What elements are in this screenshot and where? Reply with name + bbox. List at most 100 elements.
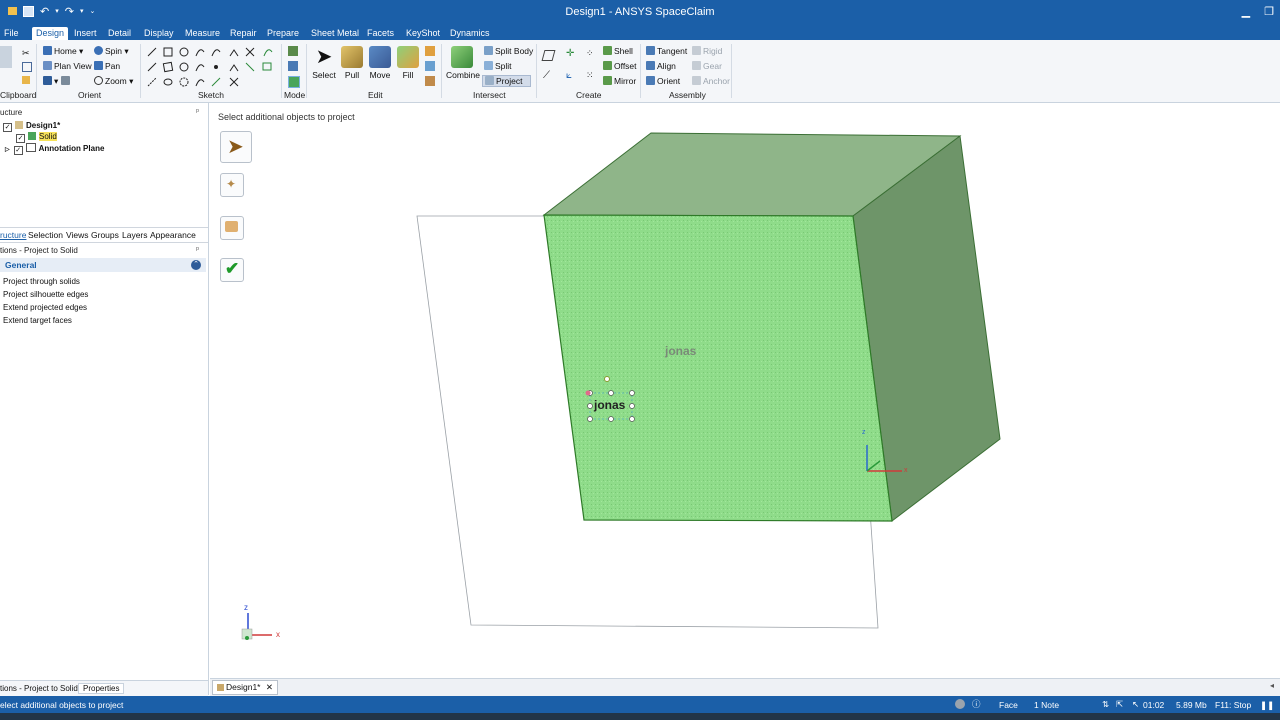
select-button[interactable]: ➤ Select [311,46,337,80]
rigid-button[interactable]: Rigid [692,46,722,56]
tab-keyshot[interactable]: KeyShot [402,27,444,40]
shell-label: Shell [614,46,633,56]
tab-properties[interactable]: Properties [78,683,125,694]
combine-button[interactable]: Combine [446,46,480,80]
record-icon[interactable] [955,699,965,709]
shell-button[interactable]: Shell [603,46,633,56]
linear-pattern-icon[interactable]: ⟀ [566,70,572,81]
tree-item-solid[interactable]: ✓ Solid [16,132,57,143]
pause-icon[interactable]: ❚❚ [1260,700,1274,711]
tab-options[interactable]: tions - Project to Solid [0,684,78,693]
tab-measure[interactable]: Measure [181,27,224,40]
tab-repair[interactable]: Repair [226,27,261,40]
plane-icon[interactable] [541,50,556,61]
view-cube-button[interactable]: ▾ [43,76,72,87]
origin-icon[interactable]: ⟋ [543,70,550,81]
model-canvas[interactable] [210,103,1280,677]
checkbox-icon[interactable]: ✓ [3,123,12,132]
restore-icon[interactable]: ❐ [1264,5,1274,18]
tab-groups[interactable]: Groups [91,230,119,240]
zoom-button[interactable]: Zoom ▾ [94,76,133,87]
collapse-icon[interactable]: ⌃ [191,260,201,270]
info-icon[interactable]: ⓘ [972,698,981,710]
axis-icon[interactable]: ✛ [566,48,574,59]
tree-item-design[interactable]: ✓ Design1* [3,121,60,132]
notes-count[interactable]: 1 Note [1034,700,1059,710]
align-button[interactable]: Align [646,61,676,71]
paste-icon[interactable] [0,46,12,68]
spin-button[interactable]: Spin ▾ [94,46,129,57]
tab-insert[interactable]: Insert [70,27,101,40]
selected-text[interactable]: jonas [594,398,625,412]
selection-filter[interactable]: Face [999,700,1018,710]
tab-views[interactable]: Views [66,230,89,240]
format-painter-icon[interactable] [22,76,30,84]
tab-sheet-metal[interactable]: Sheet Metal [307,27,363,40]
blend-icon[interactable] [425,61,435,71]
tab-selection[interactable]: Selection [28,230,63,240]
expand-icon[interactable]: ▷ [5,147,10,153]
general-section-header[interactable]: General ⌃ [0,258,206,272]
cursor-icon[interactable]: ↖ [1132,699,1139,710]
tree-item-annotation-plane[interactable]: ▷ ✓ Annotation Plane [5,143,104,155]
tab-file[interactable]: File [0,27,23,40]
move-button[interactable]: Move [367,46,393,80]
tab-prepare[interactable]: Prepare [263,27,303,40]
cube-front-face[interactable] [543,214,893,522]
projected-text[interactable]: jonas [665,344,696,358]
close-tab-icon[interactable]: ✕ [266,682,273,692]
section-mode-icon[interactable] [288,61,298,71]
mirror-button[interactable]: Mirror [603,76,636,86]
pin-icon[interactable]: ᵖ [196,245,199,254]
offset-button[interactable]: Offset [603,61,637,71]
plan-view-button[interactable]: Plan View [43,61,92,71]
pin-icon[interactable]: ᵖ [196,107,199,116]
pull-button[interactable]: Pull [340,46,364,80]
project-button[interactable]: Project [482,75,532,87]
graphics-viewport[interactable]: Select additional objects to project ➤ ✦… [210,103,1280,677]
copy-icon[interactable] [22,62,32,72]
document-tab-design1[interactable]: Design1* ✕ [212,680,278,695]
minimize-icon[interactable]: ▁ [1242,5,1250,18]
tab-detail[interactable]: Detail [104,27,135,40]
option-project-silhouette-edges[interactable]: Project silhouette edges [3,290,88,299]
pan-button[interactable]: Pan [94,61,120,71]
stop-hint[interactable]: F11: Stop [1215,700,1251,710]
cut-icon[interactable]: ✂ [22,48,30,59]
option-project-through-solids[interactable]: Project through solids [3,277,80,286]
tab-display[interactable]: Display [140,27,178,40]
home-button[interactable]: Home ▾ [43,46,83,57]
checkbox-icon[interactable]: ✓ [13,146,23,155]
pan-label: Pan [105,61,121,71]
group-create-label: Create [576,90,602,100]
checkbox-icon[interactable]: ✓ [16,134,25,143]
option-extend-target-faces[interactable]: Extend target faces [3,316,72,325]
split-body-button[interactable]: Split Body [484,46,533,56]
tangent-button[interactable]: Tangent [646,46,687,56]
split-button[interactable]: Split [484,61,512,71]
gear-button[interactable]: Gear [692,61,722,71]
filter-icon[interactable]: ⇅ [1102,699,1109,710]
sketch-mode-icon[interactable] [288,46,298,56]
tab-facets[interactable]: Facets [363,27,398,40]
option-extend-projected-edges[interactable]: Extend projected edges [3,303,87,312]
left-panel: ucture ᵖ ✓ Design1* ✓ Solid ▷ ✓ Annotation P… [0,103,209,696]
tab-layers[interactable]: Layers [122,230,148,240]
scroll-left-icon[interactable]: ◂ [1270,681,1274,690]
replace-icon[interactable] [425,46,435,56]
point-create-icon[interactable]: ⁘ [586,48,594,59]
anchor-handle[interactable] [604,376,610,382]
anchor-button[interactable]: Anchor [692,76,730,86]
rotate-handle[interactable] [585,390,591,396]
tab-dynamics[interactable]: Dynamics [446,27,494,40]
group-separator [536,44,537,98]
tab-appearance[interactable]: Appearance [150,230,196,240]
tweak-face-icon[interactable] [425,76,435,86]
tab-structure[interactable]: ructure [0,230,26,240]
orient-button[interactable]: Orient [646,76,680,86]
fill-button[interactable]: Fill [396,46,420,80]
circular-pattern-icon[interactable]: ⁙ [586,70,594,81]
tab-design[interactable]: Design [32,27,69,40]
pointer-icon[interactable]: ⇱ [1116,699,1123,710]
solid-mode-icon[interactable] [288,76,300,88]
